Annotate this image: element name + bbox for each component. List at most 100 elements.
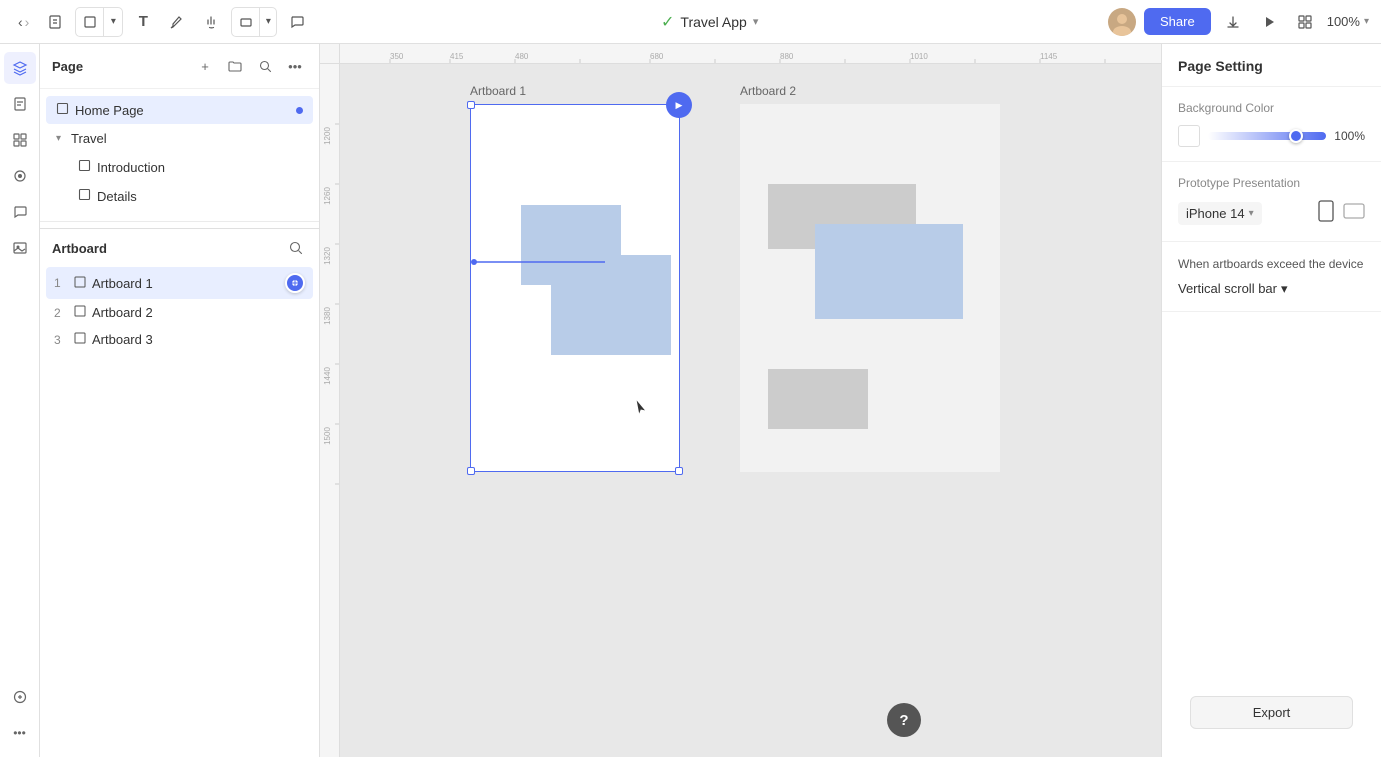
pages-panel-title: Page <box>52 59 83 74</box>
bg-color-thumb[interactable] <box>1289 129 1303 143</box>
page-item-home[interactable]: Home Page <box>46 96 313 124</box>
page-item-travel[interactable]: ▾ Travel <box>46 125 313 152</box>
artboard-label-2: Artboard 2 <box>92 305 305 320</box>
prototype-device-label: iPhone 14 <box>1186 206 1245 221</box>
comment-icon[interactable] <box>283 8 311 36</box>
corner-handle-bl[interactable] <box>467 467 475 475</box>
prototype-device-select[interactable]: iPhone 14 ▾ <box>1178 202 1262 225</box>
shape-blue-3 <box>815 224 963 319</box>
export-section: Export <box>1162 684 1381 757</box>
page-introduction-label: Introduction <box>97 160 303 175</box>
pages-menu-btn[interactable]: ••• <box>283 54 307 78</box>
scroll-value[interactable]: Vertical scroll bar ▾ <box>1178 281 1288 297</box>
back-forward-nav[interactable]: ‹ › <box>12 10 35 34</box>
scroll-dropdown-icon[interactable]: ▾ <box>1281 281 1288 297</box>
corner-handle-tl[interactable] <box>467 101 475 109</box>
folder-btn[interactable] <box>223 54 247 78</box>
app-title-dropdown[interactable]: ▾ <box>753 15 759 28</box>
bg-percent: 100% <box>1334 129 1365 143</box>
device-dropdown-icon[interactable]: ▾ <box>1249 208 1254 219</box>
hand-icon[interactable] <box>197 8 225 36</box>
pages-panel-icon[interactable] <box>4 88 36 120</box>
artboard-num-2: 2 <box>54 306 68 320</box>
right-panel-title: Page Setting <box>1178 58 1263 74</box>
svg-text:1380: 1380 <box>323 307 332 325</box>
landscape-icon[interactable] <box>1343 202 1365 225</box>
zoom-dropdown-icon[interactable]: ▾ <box>1364 16 1369 27</box>
link-indicator[interactable] <box>285 273 305 293</box>
help-button[interactable]: ? <box>887 703 921 737</box>
more-icon[interactable]: ••• <box>4 717 36 749</box>
bg-color-slider[interactable] <box>1208 132 1326 140</box>
canvas-content[interactable]: Artboard 1 ▶ <box>340 64 1161 757</box>
new-file-icon[interactable] <box>41 8 69 36</box>
pen-icon[interactable] <box>163 8 191 36</box>
layout-icon[interactable] <box>1291 8 1319 36</box>
forward-icon[interactable]: › <box>25 14 30 30</box>
bg-color-swatch[interactable] <box>1178 125 1200 147</box>
scroll-setting: Vertical scroll bar ▾ <box>1178 281 1365 297</box>
toolbar-right: Share 100% ▾ <box>1108 8 1369 36</box>
shape-blue-2 <box>551 255 671 355</box>
artboard-num-1: 1 <box>54 276 68 290</box>
right-panel-spacer <box>1162 312 1381 684</box>
ruler-top: 350 415 480 680 880 1010 1145 <box>340 44 1161 64</box>
text-icon[interactable]: T <box>129 8 157 36</box>
prototype-panel-icon[interactable] <box>4 160 36 192</box>
shape-icon[interactable] <box>232 8 260 36</box>
artboard-icon-1 <box>74 276 86 291</box>
ruler-left-svg: 1200 1260 1320 1380 1440 1500 <box>320 64 340 757</box>
page-details-label: Details <box>97 189 303 204</box>
tree-toggle-icon[interactable]: ▾ <box>56 133 61 144</box>
right-panel-header: Page Setting <box>1162 44 1381 87</box>
artboard-icon-3 <box>74 332 86 347</box>
corner-handle-br[interactable] <box>675 467 683 475</box>
add-page-btn[interactable]: + <box>193 54 217 78</box>
plugins-panel-icon[interactable] <box>4 681 36 713</box>
artboard-1-frame[interactable]: ▶ <box>470 104 680 472</box>
artboard-1-label: Artboard 1 <box>470 84 680 98</box>
cursor-indicator <box>635 398 651 421</box>
export-icon[interactable] <box>1219 8 1247 36</box>
right-panel: Page Setting Background Color 100% Proto… <box>1161 44 1381 757</box>
toolbar-center: ✓ Travel App ▾ <box>319 12 1100 32</box>
main-area: ••• Page + ••• Home Page <box>0 44 1381 757</box>
canvas-area[interactable]: 350 415 480 680 880 1010 1145 <box>320 44 1161 757</box>
preview-icon[interactable] <box>1255 8 1283 36</box>
ruler-corner <box>320 44 340 64</box>
avatar[interactable] <box>1108 8 1136 36</box>
exceed-label: When artboards exceed the device <box>1178 256 1365 273</box>
artboard-item-1[interactable]: 1 Artboard 1 <box>46 267 313 299</box>
svg-text:1200: 1200 <box>323 127 332 145</box>
comments-panel-icon[interactable] <box>4 196 36 228</box>
artboard-search-btn[interactable] <box>285 237 307 259</box>
frame-icon[interactable] <box>76 8 104 36</box>
page-home-label: Home Page <box>75 103 292 118</box>
artboard-2-container: Artboard 2 <box>740 84 1000 472</box>
exceed-section: When artboards exceed the device Vertica… <box>1162 242 1381 312</box>
bg-color-section: Background Color 100% <box>1162 87 1381 162</box>
artboard-item-2[interactable]: 2 Artboard 2 <box>46 299 313 326</box>
artboard-play-btn[interactable]: ▶ <box>666 92 692 118</box>
device-orientation-icons <box>1317 200 1365 227</box>
app-title[interactable]: Travel App ▾ <box>680 14 758 30</box>
chevron-down-icon[interactable]: ▾ <box>104 8 122 36</box>
sidebar-icons: ••• <box>0 44 40 757</box>
bg-color-title: Background Color <box>1178 101 1365 115</box>
page-active-dot <box>296 107 303 114</box>
artboard-2-frame[interactable] <box>740 104 1000 472</box>
back-icon[interactable]: ‹ <box>18 14 23 30</box>
share-button[interactable]: Share <box>1144 8 1211 35</box>
export-button[interactable]: Export <box>1190 696 1353 729</box>
layers-panel-icon[interactable] <box>4 52 36 84</box>
page-item-details[interactable]: Details <box>46 182 313 210</box>
portrait-icon[interactable] <box>1317 200 1335 227</box>
artboard-item-3[interactable]: 3 Artboard 3 <box>46 326 313 353</box>
zoom-control[interactable]: 100% ▾ <box>1327 14 1369 29</box>
page-item-introduction[interactable]: Introduction <box>46 153 313 181</box>
shape-dropdown-icon[interactable]: ▾ <box>260 8 276 36</box>
images-panel-icon[interactable] <box>4 232 36 264</box>
artboard-label-1: Artboard 1 <box>92 276 279 291</box>
components-panel-icon[interactable] <box>4 124 36 156</box>
search-pages-btn[interactable] <box>253 54 277 78</box>
